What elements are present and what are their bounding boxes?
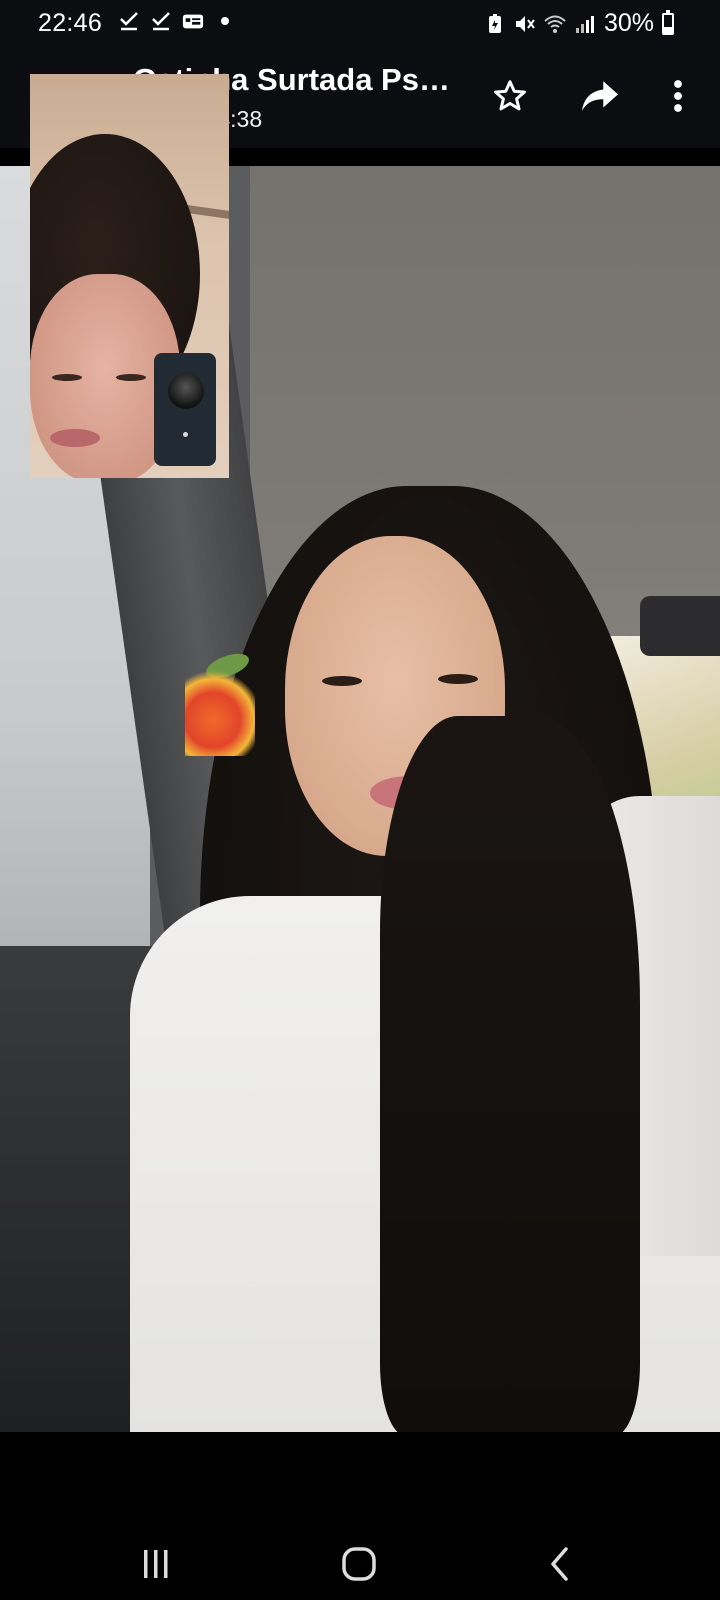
- check-icon: [120, 12, 138, 31]
- battery-icon: [662, 9, 674, 35]
- remote-person-eye: [438, 674, 478, 684]
- forward-button[interactable]: [576, 72, 624, 120]
- home-icon: [342, 1547, 376, 1581]
- system-nav-bar: [0, 1432, 720, 1600]
- star-button[interactable]: [486, 72, 534, 120]
- hair-flower: [185, 666, 255, 756]
- self-person-eye: [52, 374, 82, 381]
- remote-person-hair-front: [380, 716, 640, 1432]
- signal-icon: [575, 15, 594, 33]
- status-time: 22:46: [38, 9, 103, 37]
- back-button[interactable]: [530, 1542, 590, 1586]
- more-vertical-icon: [674, 80, 682, 112]
- battery-level: [664, 27, 672, 33]
- self-person-eye: [116, 374, 146, 381]
- self-person-lips: [50, 429, 100, 447]
- star-outline-icon: [494, 80, 526, 111]
- check-icon: [152, 12, 170, 31]
- wifi-icon: [544, 15, 566, 33]
- back-icon: [551, 1547, 568, 1581]
- car-mirror: [640, 596, 720, 656]
- recents-button[interactable]: [126, 1542, 186, 1586]
- status-left-icons: [118, 10, 236, 32]
- share-forward-icon: [582, 81, 618, 111]
- home-button[interactable]: [329, 1542, 389, 1586]
- battery-percent: 30%: [603, 9, 654, 37]
- status-right: 30%: [484, 9, 674, 38]
- dot-icon: [221, 17, 229, 25]
- self-view-pip[interactable]: [30, 74, 229, 478]
- app-notification-icon: [182, 14, 204, 29]
- status-bar: 22:46 30%: [0, 0, 720, 48]
- self-view-panel[interactable]: [154, 353, 216, 466]
- battery-saver-icon: [488, 13, 501, 33]
- mute-icon: [515, 15, 535, 32]
- more-options-button[interactable]: [654, 72, 702, 120]
- avatar: [168, 373, 204, 409]
- page-indicator-dot: [183, 432, 188, 437]
- recents-icon: [144, 1550, 168, 1578]
- remote-person-eye: [322, 676, 362, 686]
